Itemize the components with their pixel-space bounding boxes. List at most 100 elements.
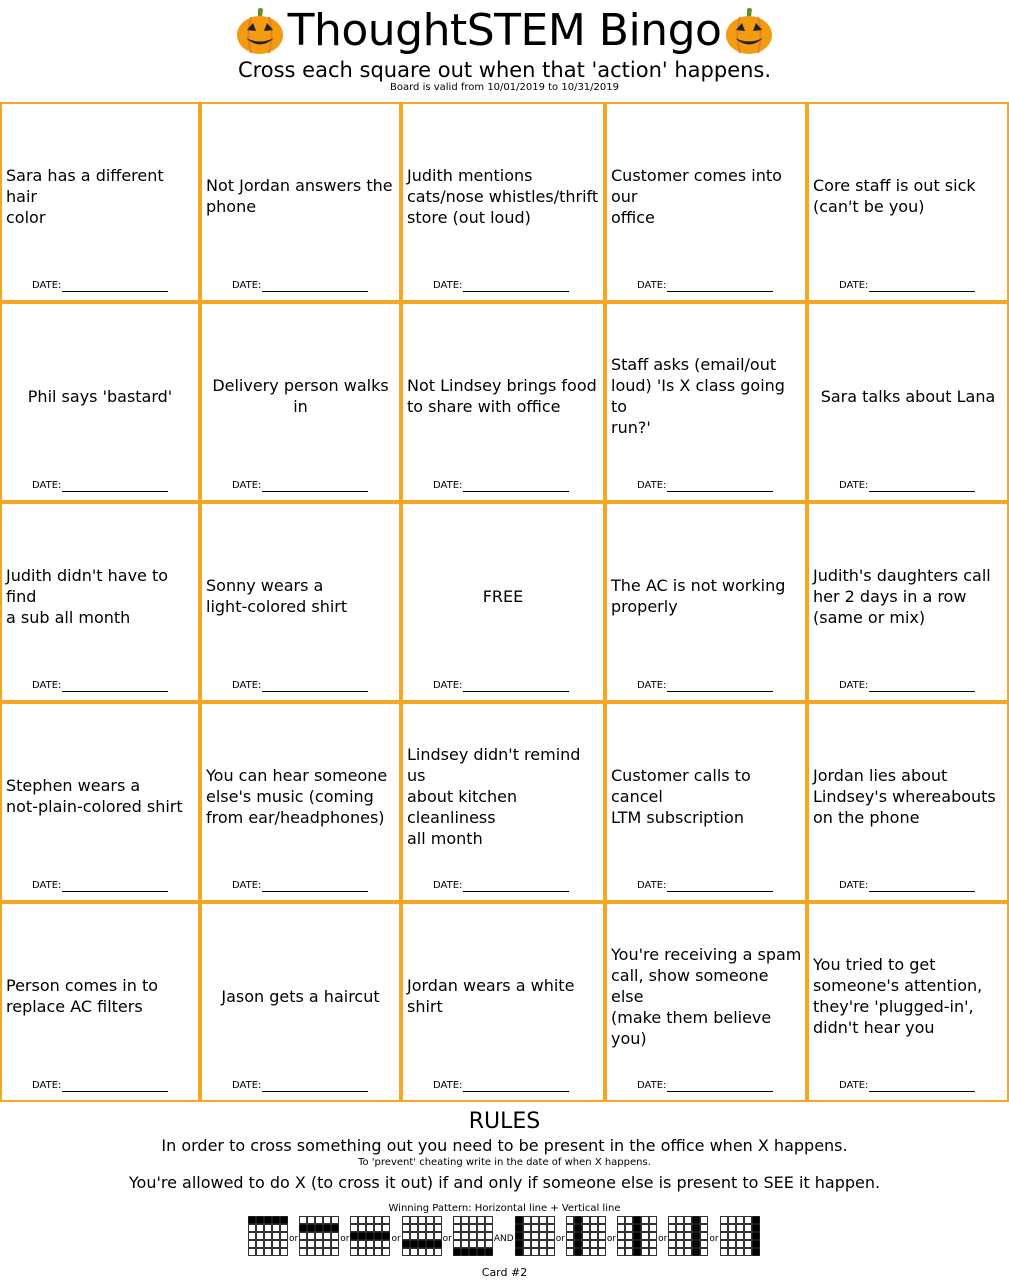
date-blank[interactable]	[62, 482, 169, 492]
date-field[interactable]: DATE:	[637, 480, 774, 492]
date-field[interactable]: DATE:	[637, 280, 774, 292]
pattern-cell	[350, 1240, 359, 1248]
date-field[interactable]: DATE:	[839, 680, 976, 692]
bingo-square[interactable]: Staff asks (email/out loud) 'Is X class …	[605, 302, 807, 502]
bingo-square[interactable]: FREE DATE:	[401, 502, 605, 702]
bingo-square[interactable]: Delivery person walks in DATE:	[200, 302, 401, 502]
date-blank[interactable]	[667, 482, 774, 492]
date-blank[interactable]	[869, 482, 976, 492]
pattern-cell	[641, 1224, 650, 1232]
bingo-square[interactable]: Judith didn't have to find a sub all mon…	[0, 502, 200, 702]
date-field[interactable]: DATE:	[433, 680, 570, 692]
bingo-square[interactable]: Sonny wears a light-colored shirt DATE:	[200, 502, 401, 702]
date-field[interactable]: DATE:	[637, 680, 774, 692]
bingo-square[interactable]: You can hear someone else's music (comin…	[200, 702, 401, 902]
date-field[interactable]: DATE:	[433, 480, 570, 492]
pattern-cell	[598, 1232, 606, 1240]
date-field[interactable]: DATE:	[637, 1080, 774, 1092]
pattern-cell-filled	[574, 1248, 582, 1256]
date-field[interactable]: DATE:	[433, 280, 570, 292]
pattern-cell	[582, 1240, 590, 1248]
date-field[interactable]: DATE:	[232, 280, 369, 292]
date-label: DATE:	[32, 280, 62, 291]
date-blank[interactable]	[463, 482, 570, 492]
pattern-cell	[299, 1240, 308, 1248]
horizontal-pattern-grid	[401, 1216, 442, 1256]
date-blank[interactable]	[667, 882, 774, 892]
date-blank[interactable]	[869, 282, 976, 292]
bingo-square[interactable]: You tried to get someone's attention, th…	[807, 902, 1009, 1102]
date-blank[interactable]	[463, 282, 570, 292]
date-blank[interactable]	[667, 282, 774, 292]
bingo-square[interactable]: Sara talks about Lana DATE:	[807, 302, 1009, 502]
bingo-square[interactable]: You're receiving a spam call, show someo…	[605, 902, 807, 1102]
date-blank[interactable]	[62, 682, 169, 692]
bingo-square[interactable]: Stephen wears a not-plain-colored shirt D…	[0, 702, 200, 902]
date-field[interactable]: DATE:	[32, 1080, 169, 1092]
date-blank[interactable]	[262, 282, 369, 292]
date-blank[interactable]	[463, 1082, 570, 1092]
date-field[interactable]: DATE:	[32, 880, 169, 892]
bingo-square[interactable]: Lindsey didn't remind us about kitchen c…	[401, 702, 605, 902]
date-blank[interactable]	[869, 682, 976, 692]
bingo-square[interactable]: Core staff is out sick (can't be you) DAT…	[807, 102, 1009, 302]
pattern-cell	[272, 1232, 280, 1240]
square-text: The AC is not working properly	[611, 576, 786, 616]
date-field[interactable]: DATE:	[433, 880, 570, 892]
date-blank[interactable]	[262, 482, 369, 492]
pattern-cell	[264, 1232, 272, 1240]
date-field[interactable]: DATE:	[839, 280, 976, 292]
date-blank[interactable]	[667, 682, 774, 692]
bingo-square[interactable]: Not Lindsey brings food to share with of…	[401, 302, 605, 502]
pattern-cell	[668, 1240, 677, 1248]
date-blank[interactable]	[463, 882, 570, 892]
date-blank[interactable]	[262, 682, 369, 692]
date-field[interactable]: DATE:	[637, 880, 774, 892]
date-blank[interactable]	[463, 682, 570, 692]
bingo-square[interactable]: Person comes in to replace AC filters DAT…	[0, 902, 200, 1102]
bingo-square[interactable]: The AC is not working properly DATE:	[605, 502, 807, 702]
date-field[interactable]: DATE:	[433, 1080, 570, 1092]
pattern-cell-filled	[692, 1248, 701, 1256]
date-field[interactable]: DATE:	[839, 880, 976, 892]
bingo-square[interactable]: Customer comes into our office DATE:	[605, 102, 807, 302]
pattern-cell	[425, 1216, 434, 1224]
date-blank[interactable]	[667, 1082, 774, 1092]
bingo-square[interactable]: Phil says 'bastard' DATE:	[0, 302, 200, 502]
date-label: DATE:	[839, 880, 869, 891]
bingo-square[interactable]: Sara has a different hair color DATE:	[0, 102, 200, 302]
bingo-square[interactable]: Jordan wears a white shirt DATE:	[401, 902, 605, 1102]
date-blank[interactable]	[62, 882, 169, 892]
bingo-square[interactable]: Not Jordan answers the phone DATE:	[200, 102, 401, 302]
bingo-square[interactable]: Jordan lies about Lindsey's whereabouts …	[807, 702, 1009, 902]
square-text: Jordan lies about Lindsey's whereabouts …	[813, 765, 996, 827]
pattern-cell-filled	[417, 1240, 426, 1248]
bingo-square[interactable]: Customer calls to cancel LTM subscriptio…	[605, 702, 807, 902]
date-field[interactable]: DATE:	[232, 880, 369, 892]
date-field[interactable]: DATE:	[839, 480, 976, 492]
date-field[interactable]: DATE:	[232, 1080, 369, 1092]
bingo-square[interactable]: Judith's daughters call her 2 days in a …	[807, 502, 1009, 702]
date-blank[interactable]	[262, 1082, 369, 1092]
date-field[interactable]: DATE:	[32, 280, 169, 292]
pattern-cell	[649, 1216, 658, 1224]
pattern-cell	[582, 1224, 590, 1232]
pattern-cell-filled	[401, 1240, 410, 1248]
bingo-square[interactable]: Judith mentions cats/nose whistles/thrif…	[401, 102, 605, 302]
date-blank[interactable]	[869, 882, 976, 892]
pattern-cell	[280, 1224, 288, 1232]
square-text: Phil says 'bastard'	[27, 386, 173, 406]
date-field[interactable]: DATE:	[839, 1080, 976, 1092]
pattern-cell-filled	[514, 1232, 523, 1240]
pattern-cell	[484, 1232, 493, 1240]
date-blank[interactable]	[62, 1082, 169, 1092]
date-field[interactable]: DATE:	[32, 680, 169, 692]
date-field[interactable]: DATE:	[32, 480, 169, 492]
date-blank[interactable]	[262, 882, 369, 892]
date-field[interactable]: DATE:	[232, 680, 369, 692]
bingo-square[interactable]: Jason gets a haircut DATE:	[200, 902, 401, 1102]
date-blank[interactable]	[869, 1082, 976, 1092]
date-label: DATE:	[637, 280, 667, 291]
date-field[interactable]: DATE:	[232, 480, 369, 492]
date-blank[interactable]	[62, 282, 169, 292]
